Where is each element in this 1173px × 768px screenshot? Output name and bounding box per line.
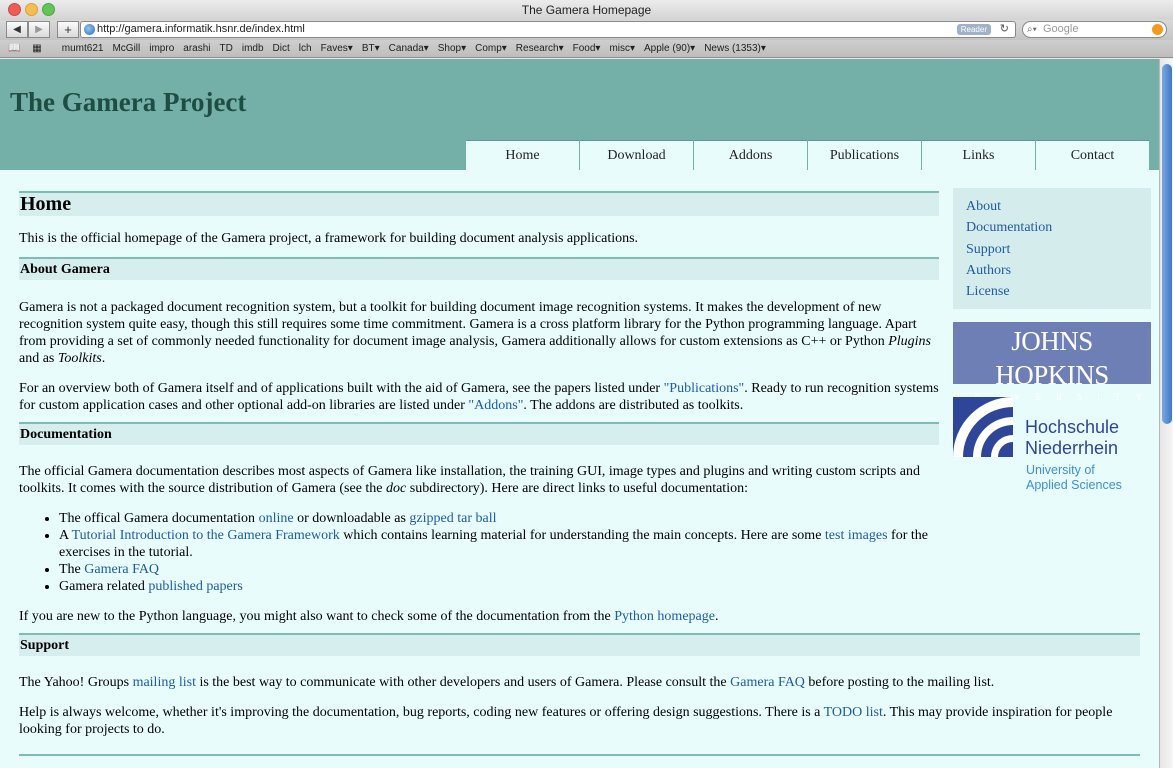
faq-link[interactable]: Gamera FAQ [84, 562, 159, 577]
online-docs-link[interactable]: online [259, 511, 294, 526]
todo-list-link[interactable]: TODO list [824, 705, 883, 720]
reader-button[interactable]: Reader [956, 24, 991, 35]
bookmark-item[interactable]: imdb [242, 40, 264, 57]
globe-icon [84, 24, 95, 35]
forward-arrow-icon: ▶ [35, 24, 43, 35]
publications-link[interactable]: "Publications" [664, 381, 745, 396]
documentation-paragraph-1: The official Gamera documentation descri… [19, 464, 920, 496]
minimize-window-icon[interactable] [25, 3, 38, 16]
list-item: The Gamera FAQ [59, 561, 939, 578]
window-title: The Gamera Homepage [521, 3, 652, 17]
web-page: The Gamera Project Home Download Addons Pub… [0, 59, 1159, 768]
about-heading: About Gamera [19, 257, 939, 280]
nav-tab-home[interactable]: Home [466, 140, 579, 170]
zoom-window-icon[interactable] [42, 3, 55, 16]
support-paragraph-2: Help is always welcome, whether it's imp… [19, 705, 1113, 737]
bookmark-item[interactable]: impro [149, 40, 174, 57]
python-homepage-link[interactable]: Python homepage [614, 609, 715, 624]
documentation-heading: Documentation [19, 422, 939, 445]
bookmark-items: mumt621 McGill impro arashi TD imdb Dict lch Fav… [62, 40, 775, 57]
test-images-link[interactable]: test images [825, 528, 888, 543]
scrollbar-thumb[interactable] [1162, 64, 1172, 424]
back-arrow-icon: ◀ [13, 24, 21, 35]
bookmark-item[interactable]: Canada▾ [389, 40, 429, 57]
tutorial-link[interactable]: Tutorial Introduction to the Gamera Fram… [72, 528, 340, 543]
search-go-icon[interactable] [1152, 24, 1163, 35]
hochschule-niederrhein-logo[interactable]: Hochschule Niederrhein University of Appli… [953, 397, 1151, 497]
browser-toolbar: ◀ ▶ + http://gamera.informatik.hsnr.de/i… [0, 20, 1173, 40]
address-bar[interactable]: http://gamera.informatik.hsnr.de/index.h… [80, 21, 1016, 38]
site-header: The Gamera Project Home Download Addons Pub… [0, 59, 1159, 170]
search-placeholder: Google [1043, 23, 1079, 35]
bookmark-item[interactable]: mumt621 [62, 40, 104, 57]
bookmark-item[interactable]: lch [299, 40, 312, 57]
bookmark-item[interactable]: Research▾ [516, 40, 564, 57]
plus-icon: + [64, 22, 72, 37]
grid-icon[interactable]: ▦ [32, 40, 41, 57]
site-title: The Gamera Project [10, 87, 247, 117]
main-content: Home This is the official homepage of th… [19, 191, 1140, 756]
sidebar-link-about[interactable]: About [966, 196, 1138, 217]
list-item: The offical Gamera documentation online … [59, 510, 939, 527]
vertical-scrollbar[interactable] [1159, 59, 1173, 768]
site-nav: Home Download Addons Publications Links Conta… [466, 140, 1150, 170]
documentation-list: The offical Gamera documentation online … [19, 510, 939, 595]
intro-text: This is the official homepage of the Gam… [19, 231, 639, 246]
bookmark-item[interactable]: News (1353)▾ [704, 40, 766, 57]
bookmark-item[interactable]: Shop▾ [438, 40, 466, 57]
bookmark-item[interactable]: Dict [273, 40, 290, 57]
back-button[interactable]: ◀ [6, 21, 28, 38]
bookmark-item[interactable]: misc▾ [609, 40, 635, 57]
search-input[interactable]: ⌕▾ Google [1022, 21, 1167, 38]
nav-tab-links[interactable]: Links [922, 140, 1035, 170]
url-text: http://gamera.informatik.hsnr.de/index.h… [97, 23, 305, 35]
about-paragraph-2: For an overview both of Gamera itself an… [19, 381, 939, 413]
sidebar-link-authors[interactable]: Authors [966, 260, 1138, 281]
hsnr-arcs-icon [953, 397, 1013, 457]
window-titlebar: The Gamera Homepage [0, 0, 1173, 20]
about-paragraph-1: Gamera is not a packaged document recogn… [19, 300, 931, 366]
tarball-link[interactable]: gzipped tar ball [409, 511, 496, 526]
addons-link[interactable]: "Addons" [468, 398, 523, 413]
book-icon[interactable]: 📖 [8, 40, 20, 57]
bookmark-item[interactable]: TD [220, 40, 233, 57]
nav-tab-addons[interactable]: Addons [694, 140, 807, 170]
bookmark-item[interactable]: Comp▾ [475, 40, 507, 57]
bookmark-item[interactable]: arashi [183, 40, 210, 57]
published-papers-link[interactable]: published papers [148, 579, 242, 594]
reload-icon[interactable]: ↻ [1000, 22, 1009, 37]
sidebar-nav: About Documentation Support Authors License [953, 188, 1151, 309]
sidebar-link-documentation[interactable]: Documentation [966, 217, 1138, 238]
forward-button[interactable]: ▶ [28, 21, 50, 38]
nav-tab-contact[interactable]: Contact [1036, 140, 1149, 170]
list-item: A Tutorial Introduction to the Gamera Fr… [59, 527, 939, 561]
support-faq-link[interactable]: Gamera FAQ [730, 675, 805, 690]
section-divider [19, 754, 1140, 756]
johns-hopkins-logo[interactable]: JOHNS HOPKINS UNIVERSITY [953, 322, 1151, 402]
list-item: Gamera related published papers [59, 578, 939, 595]
bookmark-item[interactable]: BT▾ [362, 40, 380, 57]
bookmark-item[interactable]: Food▾ [573, 40, 601, 57]
sidebar-link-license[interactable]: License [966, 281, 1138, 302]
support-heading: Support [19, 633, 1140, 656]
search-icon: ⌕▾ [1027, 24, 1037, 35]
nav-tab-download[interactable]: Download [580, 140, 693, 170]
bookmarks-bar: 📖 ▦ mumt621 McGill impro arashi TD imdb Dict lc… [0, 40, 1173, 58]
support-paragraph-1: The Yahoo! Groups mailing list is the be… [19, 675, 995, 690]
page-heading: Home [19, 191, 939, 216]
bookmark-item[interactable]: Faves▾ [321, 40, 353, 57]
add-bookmark-button[interactable]: + [57, 21, 79, 38]
bookmark-item[interactable]: Apple (90)▾ [644, 40, 695, 57]
documentation-paragraph-2: If you are new to the Python language, y… [19, 609, 719, 624]
nav-tab-publications[interactable]: Publications [808, 140, 921, 170]
close-window-icon[interactable] [8, 3, 21, 16]
bookmark-item[interactable]: McGill [112, 40, 140, 57]
sidebar-link-support[interactable]: Support [966, 239, 1138, 260]
mailing-list-link[interactable]: mailing list [133, 675, 196, 690]
